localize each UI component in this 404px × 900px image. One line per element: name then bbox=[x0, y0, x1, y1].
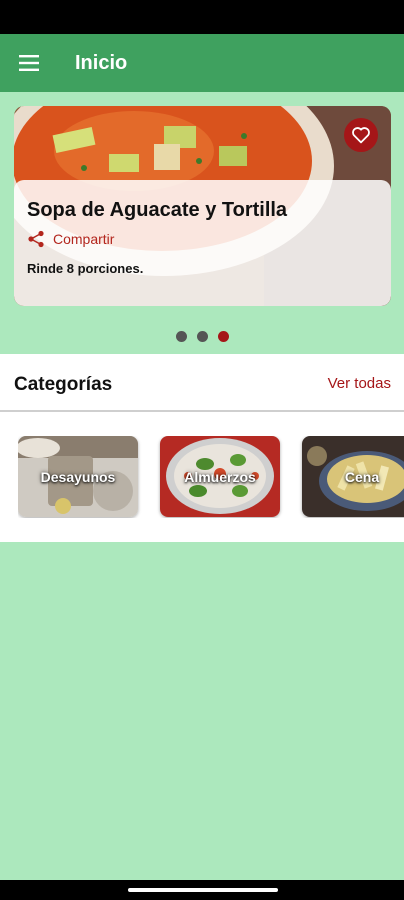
category-label: Cena bbox=[344, 468, 380, 485]
page-title: Inicio bbox=[75, 51, 128, 74]
servings-text: Rinde 8 porciones. bbox=[27, 261, 144, 276]
category-list: Desayunos Almuerzos Cena bbox=[18, 436, 404, 518]
heart-icon bbox=[352, 127, 370, 144]
status-bar bbox=[0, 0, 404, 34]
divider bbox=[0, 410, 404, 412]
category-card-cena[interactable]: Cena bbox=[302, 436, 404, 517]
category-card-almuerzos[interactable]: Almuerzos bbox=[160, 436, 280, 517]
category-label: Almuerzos bbox=[184, 468, 256, 485]
category-label: Desayunos bbox=[40, 468, 116, 485]
recipe-info-panel: Sopa de Aguacate y Tortilla Compartir Ri… bbox=[14, 180, 391, 306]
category-card-desayunos[interactable]: Desayunos bbox=[18, 436, 138, 517]
favorite-button[interactable] bbox=[344, 118, 378, 152]
menu-button[interactable] bbox=[0, 34, 60, 92]
carousel-dot-active[interactable] bbox=[217, 331, 229, 342]
carousel-indicator bbox=[0, 331, 404, 342]
see-all-link[interactable]: Ver todas bbox=[328, 375, 391, 392]
app-bar: Inicio bbox=[0, 34, 404, 92]
featured-recipe-card[interactable]: Sopa de Aguacate y Tortilla Compartir Ri… bbox=[14, 106, 391, 306]
home-gesture-bar[interactable] bbox=[128, 888, 278, 892]
recipe-title: Sopa de Aguacate y Tortilla bbox=[27, 199, 288, 221]
share-icon bbox=[28, 230, 44, 248]
carousel-dot[interactable] bbox=[175, 331, 187, 342]
hamburger-menu-icon bbox=[19, 55, 39, 71]
share-button[interactable]: Compartir bbox=[27, 230, 114, 248]
categories-section: Categorías Ver todas Desayunos Almuerzos… bbox=[0, 354, 404, 542]
carousel-dot[interactable] bbox=[196, 331, 208, 342]
share-label: Compartir bbox=[53, 231, 115, 247]
categories-heading: Categorías bbox=[14, 374, 113, 395]
